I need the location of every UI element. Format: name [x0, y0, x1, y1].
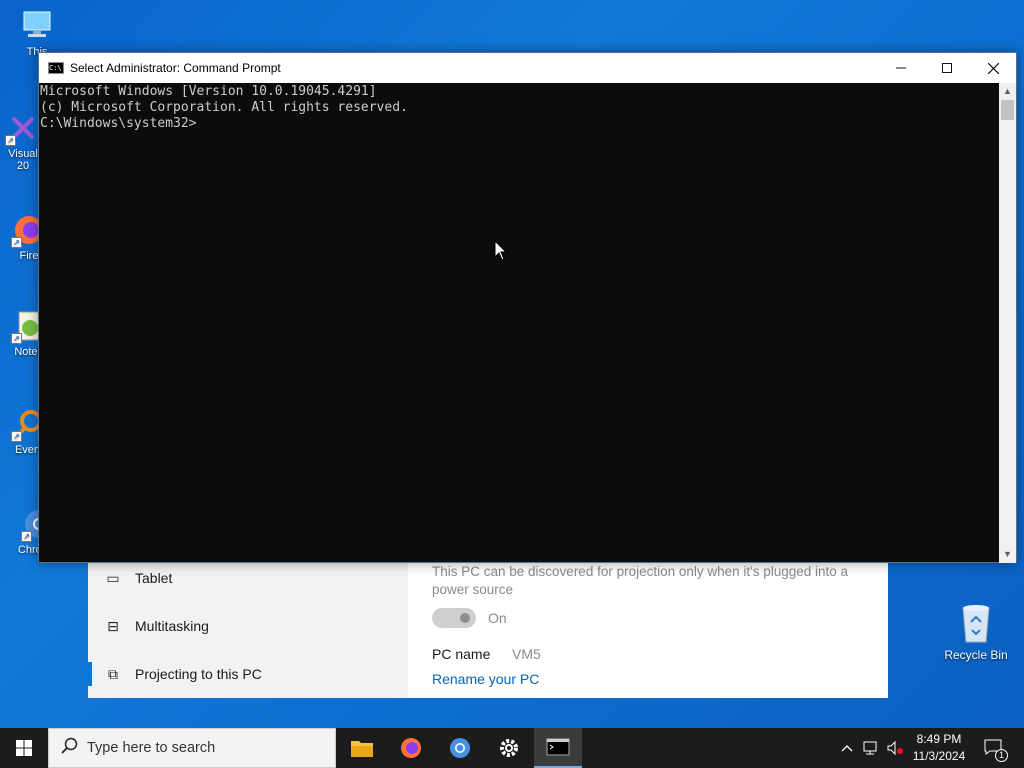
- action-center-button[interactable]: 1: [978, 728, 1008, 768]
- maximize-icon: [942, 63, 952, 73]
- network-tray-button[interactable]: [860, 728, 882, 768]
- cmd-window[interactable]: C:\ Select Administrator: Command Prompt…: [38, 52, 1017, 563]
- minimize-icon: [896, 67, 906, 69]
- maximize-button[interactable]: [924, 53, 970, 83]
- windows-logo-icon: [16, 740, 32, 756]
- desktop-icon-this-pc[interactable]: This: [2, 8, 72, 58]
- settings-nav-tablet[interactable]: ▭ Tablet: [88, 558, 408, 598]
- firefox-icon: [401, 738, 421, 758]
- cmd-window-title: Select Administrator: Command Prompt: [70, 61, 281, 75]
- settings-window: ▭ Tablet ⊟ Multitasking ⧉ Projecting to …: [88, 555, 888, 698]
- shortcut-arrow-icon: ↗: [11, 333, 22, 344]
- shortcut-arrow-icon: ↗: [11, 237, 22, 248]
- search-icon: [61, 737, 78, 759]
- taskbar-chromium[interactable]: [436, 728, 484, 768]
- cmd-app-icon: C:\: [48, 62, 64, 74]
- settings-nav-multitasking[interactable]: ⊟ Multitasking: [88, 606, 408, 646]
- recycle-bin-label: Recycle Bin: [944, 648, 1008, 662]
- clock-date: 11/3/2024: [912, 749, 966, 763]
- taskbar-command-prompt[interactable]: [534, 728, 582, 768]
- projecting-icon: ⧉: [108, 665, 118, 682]
- console-prompt: C:\Windows\system32>: [40, 116, 197, 131]
- taskbar-file-explorer[interactable]: [338, 728, 386, 768]
- taskbar-clock[interactable]: 8:49 PM 11/3/2024: [905, 731, 973, 765]
- desktop-icon-recycle-bin[interactable]: Recycle Bin: [940, 600, 1012, 662]
- notification-icon: 1: [984, 739, 1008, 762]
- multitasking-icon: ⊟: [107, 617, 119, 634]
- taskbar-settings[interactable]: [485, 728, 533, 768]
- console-output[interactable]: Microsoft Windows [Version 10.0.19045.42…: [39, 83, 999, 563]
- pc-name-value: VM5: [512, 646, 541, 662]
- chevron-up-icon: [841, 745, 853, 752]
- visual-studio-icon: ↗: [5, 110, 41, 146]
- settings-nav-projecting[interactable]: ⧉ Projecting to this PC: [88, 654, 408, 694]
- projection-toggle[interactable]: [432, 608, 476, 628]
- gear-icon: [500, 739, 518, 757]
- settings-nav-label: Projecting to this PC: [135, 666, 262, 682]
- taskbar-firefox[interactable]: [387, 728, 435, 768]
- show-hidden-icons-button[interactable]: [836, 728, 858, 768]
- settings-nav-label: Tablet: [135, 570, 173, 586]
- cmd-icon: [546, 738, 570, 756]
- chromium-icon: [450, 738, 470, 758]
- console-line: Microsoft Windows [Version 10.0.19045.42…: [40, 84, 377, 99]
- tablet-icon: ▭: [106, 569, 120, 586]
- mouse-cursor-icon: [494, 239, 508, 267]
- start-button[interactable]: [0, 728, 48, 768]
- scroll-up-icon[interactable]: ▲: [999, 83, 1016, 100]
- taskbar-search-box[interactable]: Type here to search: [48, 728, 336, 768]
- recycle-bin-icon: [956, 600, 996, 644]
- notification-count-badge: 1: [995, 748, 1008, 762]
- console-scrollbar[interactable]: ▲ ▼: [999, 83, 1016, 563]
- search-placeholder: Type here to search: [87, 740, 216, 756]
- volume-tray-button[interactable]: [884, 728, 906, 768]
- cmd-titlebar[interactable]: C:\ Select Administrator: Command Prompt: [39, 53, 1016, 83]
- taskbar: Type here to search 8:49 PM 11/3/2024 1: [0, 728, 1024, 768]
- pc-name-label: PC name: [432, 646, 491, 662]
- clock-time: 8:49 PM: [916, 732, 962, 746]
- minimize-button[interactable]: [878, 53, 924, 83]
- network-icon: [863, 741, 877, 755]
- speaker-muted-icon: [887, 740, 903, 756]
- shortcut-arrow-icon: ↗: [5, 135, 16, 146]
- shortcut-arrow-icon: ↗: [11, 431, 22, 442]
- computer-icon: [19, 8, 55, 44]
- rename-pc-link[interactable]: Rename your PC: [432, 671, 539, 687]
- scroll-thumb[interactable]: [1001, 100, 1014, 120]
- console-line: (c) Microsoft Corporation. All rights re…: [40, 100, 408, 115]
- toggle-state-label: On: [488, 610, 507, 626]
- close-button[interactable]: [970, 53, 1016, 83]
- folder-icon: [351, 741, 373, 757]
- toggle-knob: [460, 613, 470, 623]
- shortcut-arrow-icon: ↗: [21, 531, 32, 542]
- close-icon: [987, 62, 999, 74]
- settings-nav: ▭ Tablet ⊟ Multitasking ⧉ Projecting to …: [88, 555, 408, 698]
- settings-nav-label: Multitasking: [135, 618, 209, 634]
- projection-description: This PC can be discovered for projection…: [432, 564, 849, 597]
- scroll-down-icon[interactable]: ▼: [999, 546, 1016, 563]
